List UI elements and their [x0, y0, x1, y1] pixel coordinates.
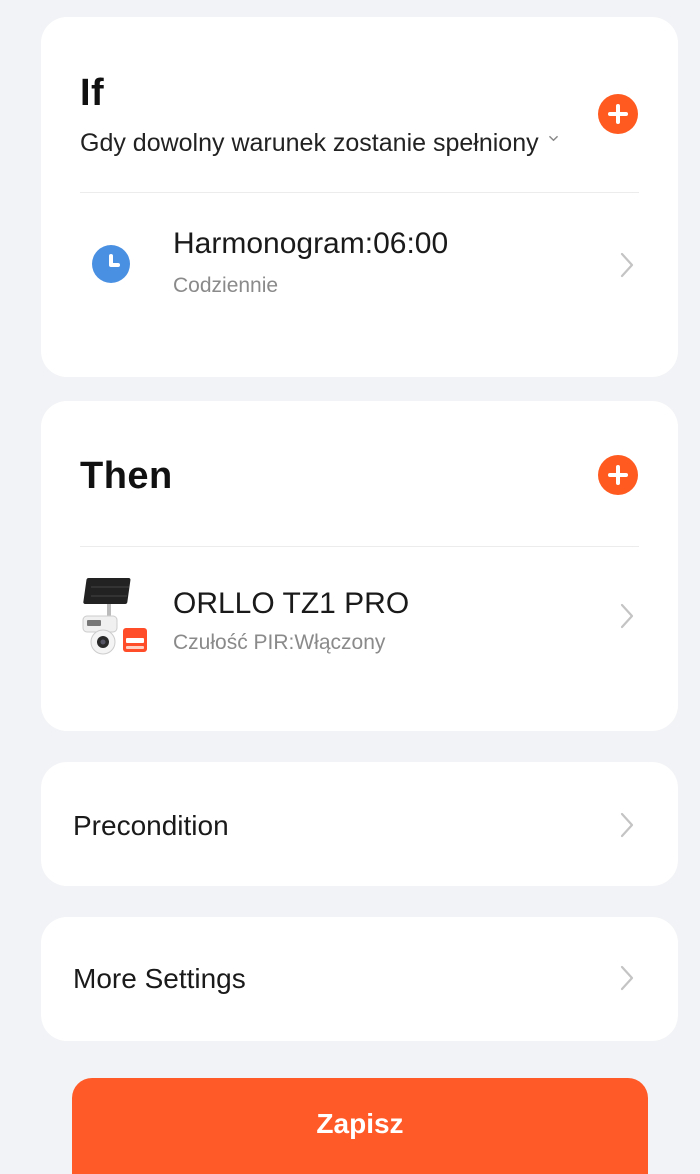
add-condition-button[interactable]: [598, 94, 638, 134]
action-subtitle: Czułość PIR:Włączony: [173, 631, 386, 654]
condition-title: Harmonogram:06:00: [173, 227, 449, 260]
divider: [80, 192, 639, 193]
action-title: ORLLO TZ1 PRO: [173, 587, 410, 620]
action-item-device[interactable]: ORLLO TZ1 PRO Czułość PIR:Włączony: [41, 571, 678, 696]
condition-mode-selector[interactable]: Gdy dowolny warunek zostanie spełniony: [80, 129, 558, 158]
divider: [80, 546, 639, 547]
more-settings-row[interactable]: More Settings: [41, 917, 678, 1041]
precondition-label: Precondition: [73, 810, 229, 841]
then-title: Then: [80, 455, 173, 497]
chevron-right-icon: [620, 603, 634, 629]
add-action-button[interactable]: [598, 455, 638, 495]
chevron-down-icon: [548, 135, 558, 142]
clock-icon: [92, 245, 130, 283]
then-card: Then ORLLO TZ1 PRO Czułość PIR:Włączony: [41, 401, 678, 731]
more-settings-label: More Settings: [73, 963, 246, 994]
condition-item-schedule[interactable]: Harmonogram:06:00 Codziennie: [41, 212, 678, 332]
save-button[interactable]: Zapisz: [72, 1078, 648, 1174]
condition-mode-label: Gdy dowolny warunek zostanie spełniony: [80, 129, 539, 157]
chevron-right-icon: [620, 965, 634, 991]
camera-device-image: [82, 578, 147, 655]
chevron-right-icon: [620, 812, 634, 838]
chevron-right-icon: [620, 252, 634, 278]
precondition-row[interactable]: Precondition: [41, 762, 678, 886]
condition-subtitle: Codziennie: [173, 274, 279, 297]
if-card: If Gdy dowolny warunek zostanie spełnion…: [41, 17, 678, 377]
if-title: If: [80, 72, 105, 114]
